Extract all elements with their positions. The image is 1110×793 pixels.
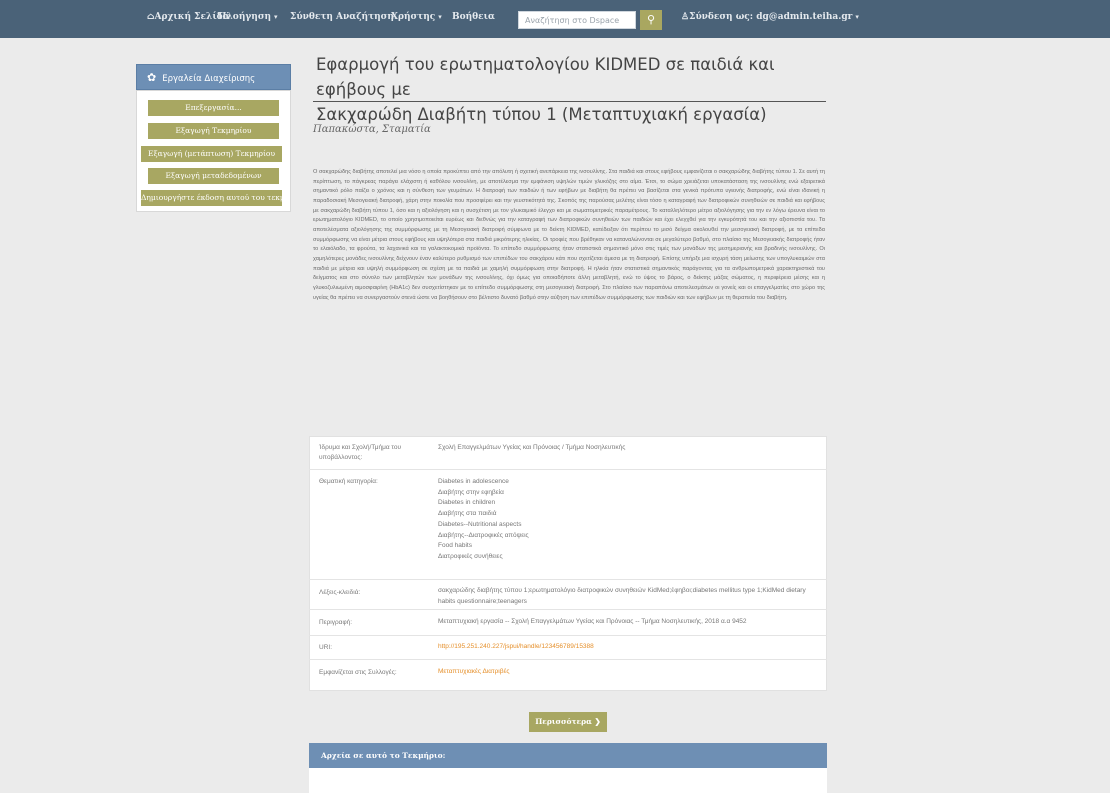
subject-item: Diabetes in adolescence — [438, 478, 509, 485]
page-title: Εφαρμογή του ερωτηματολογίου KIDMED σε π… — [316, 55, 775, 124]
table-row-divider — [309, 659, 827, 660]
show-full-record-button[interactable]: Περισσότερα ❯ — [529, 712, 607, 732]
subject-item: Food habits — [438, 542, 472, 550]
caret-down-icon: ▾ — [855, 12, 859, 21]
description-label: Περιγραφή: — [319, 619, 353, 626]
subject-item: Διαβήτης στα παιδιά — [438, 510, 497, 518]
table-row-divider — [309, 609, 827, 610]
table-row-divider — [309, 635, 827, 636]
item-author: Παπακώστα, Σταματία — [313, 124, 431, 135]
search-input[interactable]: Αναζήτηση στο Dspace — [518, 11, 636, 29]
item-abstract: Ο σακχαρώδης διαβήτης αποτελεί μια νόσο … — [313, 169, 825, 301]
nav-user[interactable]: Χρήστης ▾ — [391, 12, 442, 22]
collections-label: Εμφανίζεται στις Συλλογές: — [319, 669, 397, 676]
export-metadata-button[interactable]: Εξαγωγή μεταδεδομένων — [148, 168, 279, 184]
admin-tools-header: ✿ Εργαλεία Διαχείρισης — [136, 64, 291, 90]
institution-value: Σχολή Επαγγελμάτων Υγείας και Πρόνοιας /… — [438, 444, 626, 451]
export-item-button[interactable]: Εξαγωγή Τεκμηρίου — [148, 123, 279, 139]
subject-item: Διαβήτης στην εφηβεία — [438, 488, 504, 496]
subject-label: Θεματική κατηγορία: — [319, 478, 378, 485]
subject-item: Diabetes in children — [438, 499, 496, 507]
keywords-label: Λέξεις-κλειδιά: — [319, 589, 361, 596]
subject-item: Διατροφικές συνήθειες — [438, 552, 503, 560]
files-panel-header: Αρχεία σε αυτό το Τεκμήριο: — [309, 743, 827, 768]
subject-list: Diabetes in adolescence Διαβήτης στην εφ… — [438, 477, 818, 563]
edit-button[interactable]: Επεξεργασία... — [148, 100, 279, 116]
nav-help[interactable]: Βοήθεια — [452, 12, 495, 22]
user-icon: ♙ — [681, 12, 690, 22]
metadata-table — [309, 436, 827, 691]
subject-item: Diabetes--Nutritional aspects — [438, 520, 522, 528]
keywords-value: σακχαρώδης διαβήτης τύπου 1;ερωτηματολόγ… — [438, 587, 806, 605]
top-navbar: ⌂Αρχική Σελίδα Πλοήγηση ▾ Σύνθετη Αναζήτη… — [0, 0, 1110, 38]
subject-item: Διαβήτης--Διατροφικές απόψεις — [438, 531, 529, 539]
collection-link[interactable]: Μεταπτυχιακές Διατριβές — [438, 667, 818, 678]
migrate-item-button[interactable]: Εξαγωγή (μετάπτωση) Τεκμηρίου — [141, 146, 282, 162]
search-button[interactable]: ⚲ — [640, 10, 662, 30]
description-value: Μεταπτυχιακή εργασία -- Σχολή Επαγγελμάτ… — [438, 618, 747, 625]
uri-label: URI: — [319, 644, 332, 651]
files-panel-body — [309, 768, 827, 793]
gear-icon: ✿ — [147, 71, 157, 84]
search-icon: ⚲ — [646, 13, 656, 26]
title-divider — [313, 101, 826, 102]
caret-down-icon: ▾ — [438, 12, 442, 21]
nav-login[interactable]: ♙Σύνδεση ως: dg@admin.teiha.gr ▾ — [681, 12, 859, 22]
caret-down-icon: ▾ — [274, 12, 278, 21]
uri-link[interactable]: http://195.251.240.227/jspui/handle/1234… — [438, 642, 818, 653]
create-version-button[interactable]: Δημιουργήστε έκδοση αυτού του τεκμηρίου — [141, 190, 282, 206]
institution-label: Ίδρυμα και Σχολή/Τμήμα του υποβάλλοντος: — [319, 444, 402, 461]
chevron-right-icon: ❯ — [594, 717, 601, 726]
table-row-divider — [309, 469, 827, 470]
home-icon: ⌂ — [147, 12, 155, 22]
table-row-divider — [309, 579, 827, 580]
nav-browse[interactable]: Πλοήγηση ▾ — [218, 12, 278, 22]
nav-advanced-search[interactable]: Σύνθετη Αναζήτηση — [290, 12, 394, 22]
